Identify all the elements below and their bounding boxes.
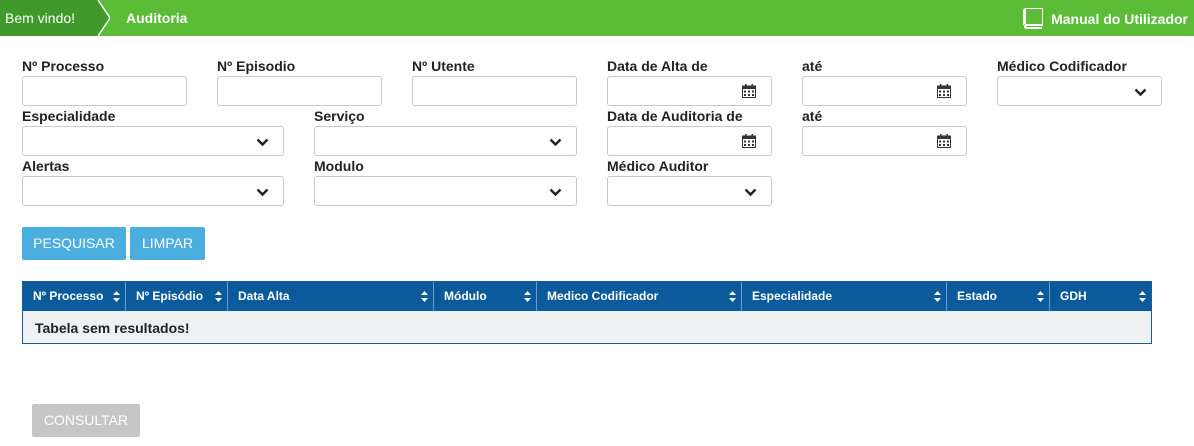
column-header-label: Medico Codificador xyxy=(547,289,659,303)
search-button[interactable]: PESQUISAR xyxy=(22,227,126,260)
column-header-medico-codificador[interactable]: Medico Codificador xyxy=(537,282,742,311)
breadcrumb-home[interactable]: Bem vindo! xyxy=(0,0,98,36)
sort-icon xyxy=(729,291,736,302)
book-icon xyxy=(1023,8,1044,29)
sort-icon xyxy=(524,291,531,302)
results-table: Nº Processo Nº Episódio Data Alta Módulo… xyxy=(22,281,1152,344)
servico-select[interactable] xyxy=(314,126,577,156)
breadcrumb-current: Auditoria xyxy=(126,10,188,26)
column-header-label: Estado xyxy=(957,289,998,303)
chevron-down-icon xyxy=(256,138,269,147)
column-header-n-episodio[interactable]: Nº Episódio xyxy=(126,282,228,311)
calendar-icon[interactable] xyxy=(937,84,951,98)
column-header-n-processo[interactable]: Nº Processo xyxy=(23,282,126,311)
clear-button[interactable]: LIMPAR xyxy=(130,227,205,260)
label-n-processo: Nº Processo xyxy=(22,58,105,74)
sort-icon xyxy=(113,291,120,302)
calendar-icon[interactable] xyxy=(937,134,951,148)
chevron-down-icon xyxy=(256,188,269,197)
label-ate-alta: até xyxy=(802,58,823,74)
sort-icon xyxy=(1139,291,1146,302)
especialidade-select[interactable] xyxy=(22,126,284,156)
column-header-label: Nº Processo xyxy=(33,289,104,303)
consult-button[interactable]: CONSULTAR xyxy=(32,404,140,437)
breadcrumb-separator-icon xyxy=(96,0,110,36)
data-auditoria-de-input[interactable] xyxy=(607,126,772,156)
column-header-estado[interactable]: Estado xyxy=(947,282,1050,311)
chevron-down-icon xyxy=(744,188,757,197)
empty-table-message: Tabela sem resultados! xyxy=(35,320,190,336)
table-header: Nº Processo Nº Episódio Data Alta Módulo… xyxy=(23,282,1151,311)
chevron-down-icon xyxy=(1134,88,1147,97)
user-manual-link[interactable]: Manual do Utilizador xyxy=(1023,0,1188,36)
sort-icon xyxy=(934,291,941,302)
data-alta-ate-input[interactable] xyxy=(802,76,967,106)
label-data-auditoria-de: Data de Auditoria de xyxy=(607,108,743,124)
calendar-icon[interactable] xyxy=(742,84,756,98)
label-data-alta-de: Data de Alta de xyxy=(607,58,708,74)
modulo-select[interactable] xyxy=(314,176,577,206)
data-alta-de-input[interactable] xyxy=(607,76,772,106)
chevron-down-icon xyxy=(549,188,562,197)
column-header-label: GDH xyxy=(1060,289,1087,303)
chevron-down-icon xyxy=(549,138,562,147)
n-utente-input[interactable] xyxy=(412,76,577,106)
column-header-label: Módulo xyxy=(444,289,487,303)
data-auditoria-ate-input[interactable] xyxy=(802,126,967,156)
label-n-utente: Nº Utente xyxy=(412,58,475,74)
column-header-especialidade[interactable]: Especialidade xyxy=(742,282,947,311)
top-bar: Bem vindo! Auditoria Manual do Utilizado… xyxy=(0,0,1194,36)
label-modulo: Modulo xyxy=(314,158,364,174)
column-header-modulo[interactable]: Módulo xyxy=(434,282,537,311)
column-header-label: Data Alta xyxy=(238,289,290,303)
label-medico-auditor: Médico Auditor xyxy=(607,158,709,174)
sort-icon xyxy=(1037,291,1044,302)
column-header-data-alta[interactable]: Data Alta xyxy=(228,282,434,311)
column-header-gdh[interactable]: GDH xyxy=(1050,282,1151,311)
alertas-select[interactable] xyxy=(22,176,284,206)
label-alertas: Alertas xyxy=(22,158,70,174)
sort-icon xyxy=(421,291,428,302)
n-episodio-input[interactable] xyxy=(217,76,382,106)
label-servico: Serviço xyxy=(314,108,365,124)
label-especialidade: Especialidade xyxy=(22,108,116,124)
n-processo-input[interactable] xyxy=(22,76,187,106)
medico-auditor-select[interactable] xyxy=(607,176,772,206)
label-medico-codificador: Médico Codificador xyxy=(997,58,1127,74)
user-manual-label: Manual do Utilizador xyxy=(1051,11,1188,27)
label-ate-auditoria: até xyxy=(802,108,823,124)
label-n-episodio: Nº Episodio xyxy=(217,58,296,74)
calendar-icon[interactable] xyxy=(742,134,756,148)
sort-icon xyxy=(215,291,222,302)
column-header-label: Especialidade xyxy=(752,289,833,303)
column-header-label: Nº Episódio xyxy=(136,289,204,303)
medico-codificador-select[interactable] xyxy=(997,76,1162,106)
